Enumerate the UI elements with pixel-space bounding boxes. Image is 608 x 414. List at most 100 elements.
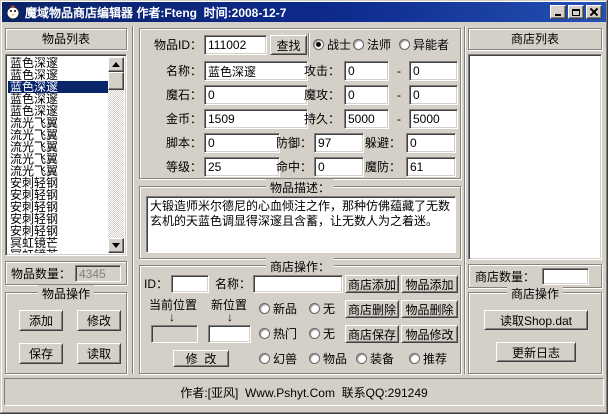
arrow-down-icon	[112, 243, 120, 248]
dodge-label: 躲避：	[363, 133, 401, 153]
shop-list-header: 商店列表	[468, 28, 602, 50]
dodge-input[interactable]	[406, 133, 456, 153]
radio-recommend-label: 推荐	[423, 350, 447, 368]
script-input[interactable]	[204, 133, 280, 153]
item-list[interactable]: 蓝色深邃 蓝色深邃 蓝色深邃 蓝色深邃 蓝色深邃 流光飞翼 流光飞翼 流光飞翼 …	[5, 54, 127, 256]
new-pos-input[interactable]	[208, 325, 251, 343]
magicdef-label: 魔防：	[363, 157, 401, 177]
item-add-button[interactable]: 添加	[19, 310, 63, 331]
update-log-button[interactable]: 更新日志	[496, 342, 576, 362]
shop-item-delete-button[interactable]: 物品删除	[401, 300, 458, 318]
radio-new-none[interactable]	[309, 303, 320, 314]
shop-item-add-button[interactable]: 物品添加	[401, 275, 458, 293]
down-arrow-icon: ↓	[227, 311, 233, 323]
item-detail-panel: 物品ID： 查找 战士 法师 异能者 名称： 攻击： - 魔石： 魔攻： - 金…	[139, 28, 461, 179]
shop-save-button[interactable]: 商店保存	[345, 325, 399, 343]
magicattack-min-input[interactable]	[344, 85, 389, 105]
item-modify-button[interactable]: 修改	[77, 310, 121, 331]
maximize-icon	[572, 9, 580, 16]
item-list-header: 物品列表	[5, 28, 127, 50]
attack-label: 攻击：	[304, 61, 340, 81]
shop-count-field	[542, 268, 589, 285]
minimize-button[interactable]	[550, 5, 566, 19]
class-esper-label: 异能者	[413, 36, 449, 54]
gold-label: 金币：	[144, 109, 202, 129]
item-ops-group: 物品操作 添加 修改 保存 读取	[5, 292, 127, 374]
detail-separator	[308, 33, 310, 57]
item-save-button[interactable]: 保存	[19, 343, 63, 364]
maximize-button[interactable]	[568, 5, 584, 19]
defense-input[interactable]	[314, 133, 364, 153]
shop-count-label: 商店数量：	[475, 267, 535, 287]
attack-max-input[interactable]	[409, 61, 458, 81]
shop-id-label: ID：	[144, 274, 168, 294]
durability-dash: -	[394, 109, 404, 129]
shop-ops-title: 商店操作：	[266, 258, 334, 275]
durability-label: 持久：	[304, 109, 340, 129]
item-list-scrollbar[interactable]	[108, 57, 124, 253]
shop-item-modify-button[interactable]: 物品修改	[401, 325, 458, 343]
shop-list[interactable]	[468, 54, 602, 260]
item-list-items: 蓝色深邃 蓝色深邃 蓝色深邃 蓝色深邃 蓝色深邃 流光飞翼 流光飞翼 流光飞翼 …	[8, 57, 108, 253]
down-arrow-icon: ↓	[169, 311, 175, 323]
radio-item[interactable]	[309, 353, 320, 364]
close-icon	[590, 8, 598, 16]
attack-dash: -	[394, 61, 404, 81]
item-id-input[interactable]	[204, 35, 267, 55]
name-label: 名称：	[144, 61, 202, 81]
radio-pet[interactable]	[259, 353, 270, 364]
item-description-text[interactable]: 大锻造师米尔德尼的心血倾注之作，那种仿佛蕴藏了无数玄机的天蓝色调显得深邃且含蓄，…	[146, 196, 456, 253]
scrollbar-thumb[interactable]	[108, 72, 124, 90]
durability-max-input[interactable]	[409, 109, 458, 129]
class-radio-esper[interactable]	[399, 39, 410, 50]
shop-delete-button[interactable]: 商店删除	[345, 300, 399, 318]
level-label: 等级：	[144, 157, 202, 177]
shop-name-input[interactable]	[253, 275, 343, 293]
gold-input[interactable]	[204, 109, 308, 129]
radio-hot-item-label: 热门	[273, 325, 297, 343]
radio-hot-none[interactable]	[309, 328, 320, 339]
close-button[interactable]	[586, 5, 602, 19]
magicattack-dash: -	[394, 85, 404, 105]
item-read-button[interactable]: 读取	[77, 343, 121, 364]
statusbar-text: 作者:[亚风] Www.Pshyt.Com 联系QQ:291249	[180, 384, 427, 401]
window-title: 魔域物品商店编辑器 作者:Fteng 时间:2008-12-7	[25, 4, 286, 21]
read-shopdat-button[interactable]: 读取Shop.dat	[484, 310, 588, 330]
radio-equip[interactable]	[356, 353, 367, 364]
defense-label: 防御：	[276, 133, 310, 153]
find-button[interactable]: 查找	[270, 35, 307, 55]
scroll-down-button[interactable]	[108, 238, 124, 253]
shop-list-header-label: 商店列表	[469, 29, 601, 49]
name-input[interactable]	[204, 61, 308, 81]
shop-ops-right-group: 商店操作 读取Shop.dat 更新日志	[468, 292, 602, 374]
shop-add-button[interactable]: 商店添加	[345, 275, 399, 293]
class-radio-mage[interactable]	[353, 39, 364, 50]
list-item[interactable]: 冥虹镜芒	[8, 249, 108, 253]
divider-left	[132, 26, 134, 374]
script-label: 脚本：	[144, 133, 202, 153]
shop-id-input[interactable]	[171, 275, 209, 293]
class-radio-warrior[interactable]	[313, 39, 324, 50]
radio-new-item-label: 新品	[273, 300, 297, 318]
level-input[interactable]	[204, 157, 280, 177]
position-modify-button[interactable]: 修 改	[173, 350, 229, 367]
magicstone-input[interactable]	[204, 85, 308, 105]
magicdef-input[interactable]	[406, 157, 456, 177]
radio-hot-item[interactable]	[259, 328, 270, 339]
radio-new-item[interactable]	[259, 303, 270, 314]
shop-ops-group: 商店操作： ID： 名称： 商店添加 物品添加 当前位置 新位置 ↓ ↓ 新品 …	[139, 265, 461, 374]
magicattack-max-input[interactable]	[409, 85, 458, 105]
durability-min-input[interactable]	[344, 109, 389, 129]
radio-recommend[interactable]	[409, 353, 420, 364]
item-count-panel: 物品数量：	[5, 261, 127, 285]
titlebar: 魔域物品商店编辑器 作者:Fteng 时间:2008-12-7	[2, 2, 606, 22]
hit-input[interactable]	[314, 157, 364, 177]
current-pos-field	[151, 325, 198, 343]
item-id-label: 物品ID：	[144, 35, 202, 55]
item-description-title: 物品描述：	[266, 179, 334, 196]
attack-min-input[interactable]	[344, 61, 389, 81]
item-description-group: 物品描述： 大锻造师米尔德尼的心血倾注之作，那种仿佛蕴藏了无数玄机的天蓝色调显得…	[139, 186, 461, 259]
item-ops-title: 物品操作	[38, 285, 94, 302]
item-count-label: 物品数量：	[11, 264, 71, 284]
scroll-up-button[interactable]	[108, 57, 124, 72]
